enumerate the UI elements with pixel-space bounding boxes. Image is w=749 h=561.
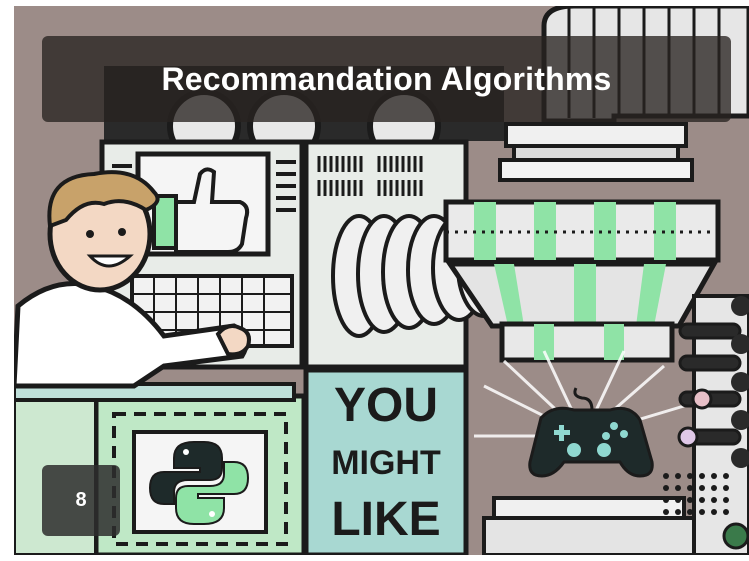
slide-frame: YOU MIGHT LIKE Recommandation Algorithms… <box>14 6 749 555</box>
you-might-like-text: YOU MIGHT LIKE <box>310 374 462 552</box>
slide-title: Recommandation Algorithms <box>161 60 612 97</box>
you-text: YOU <box>333 379 438 432</box>
like-text: LIKE <box>331 493 441 546</box>
title-banner: Recommandation Algorithms <box>42 36 731 122</box>
page-number-badge: 8 <box>42 465 120 536</box>
pedestal <box>482 496 696 555</box>
page-number: 8 <box>75 489 87 511</box>
might-text: MIGHT <box>331 444 441 482</box>
